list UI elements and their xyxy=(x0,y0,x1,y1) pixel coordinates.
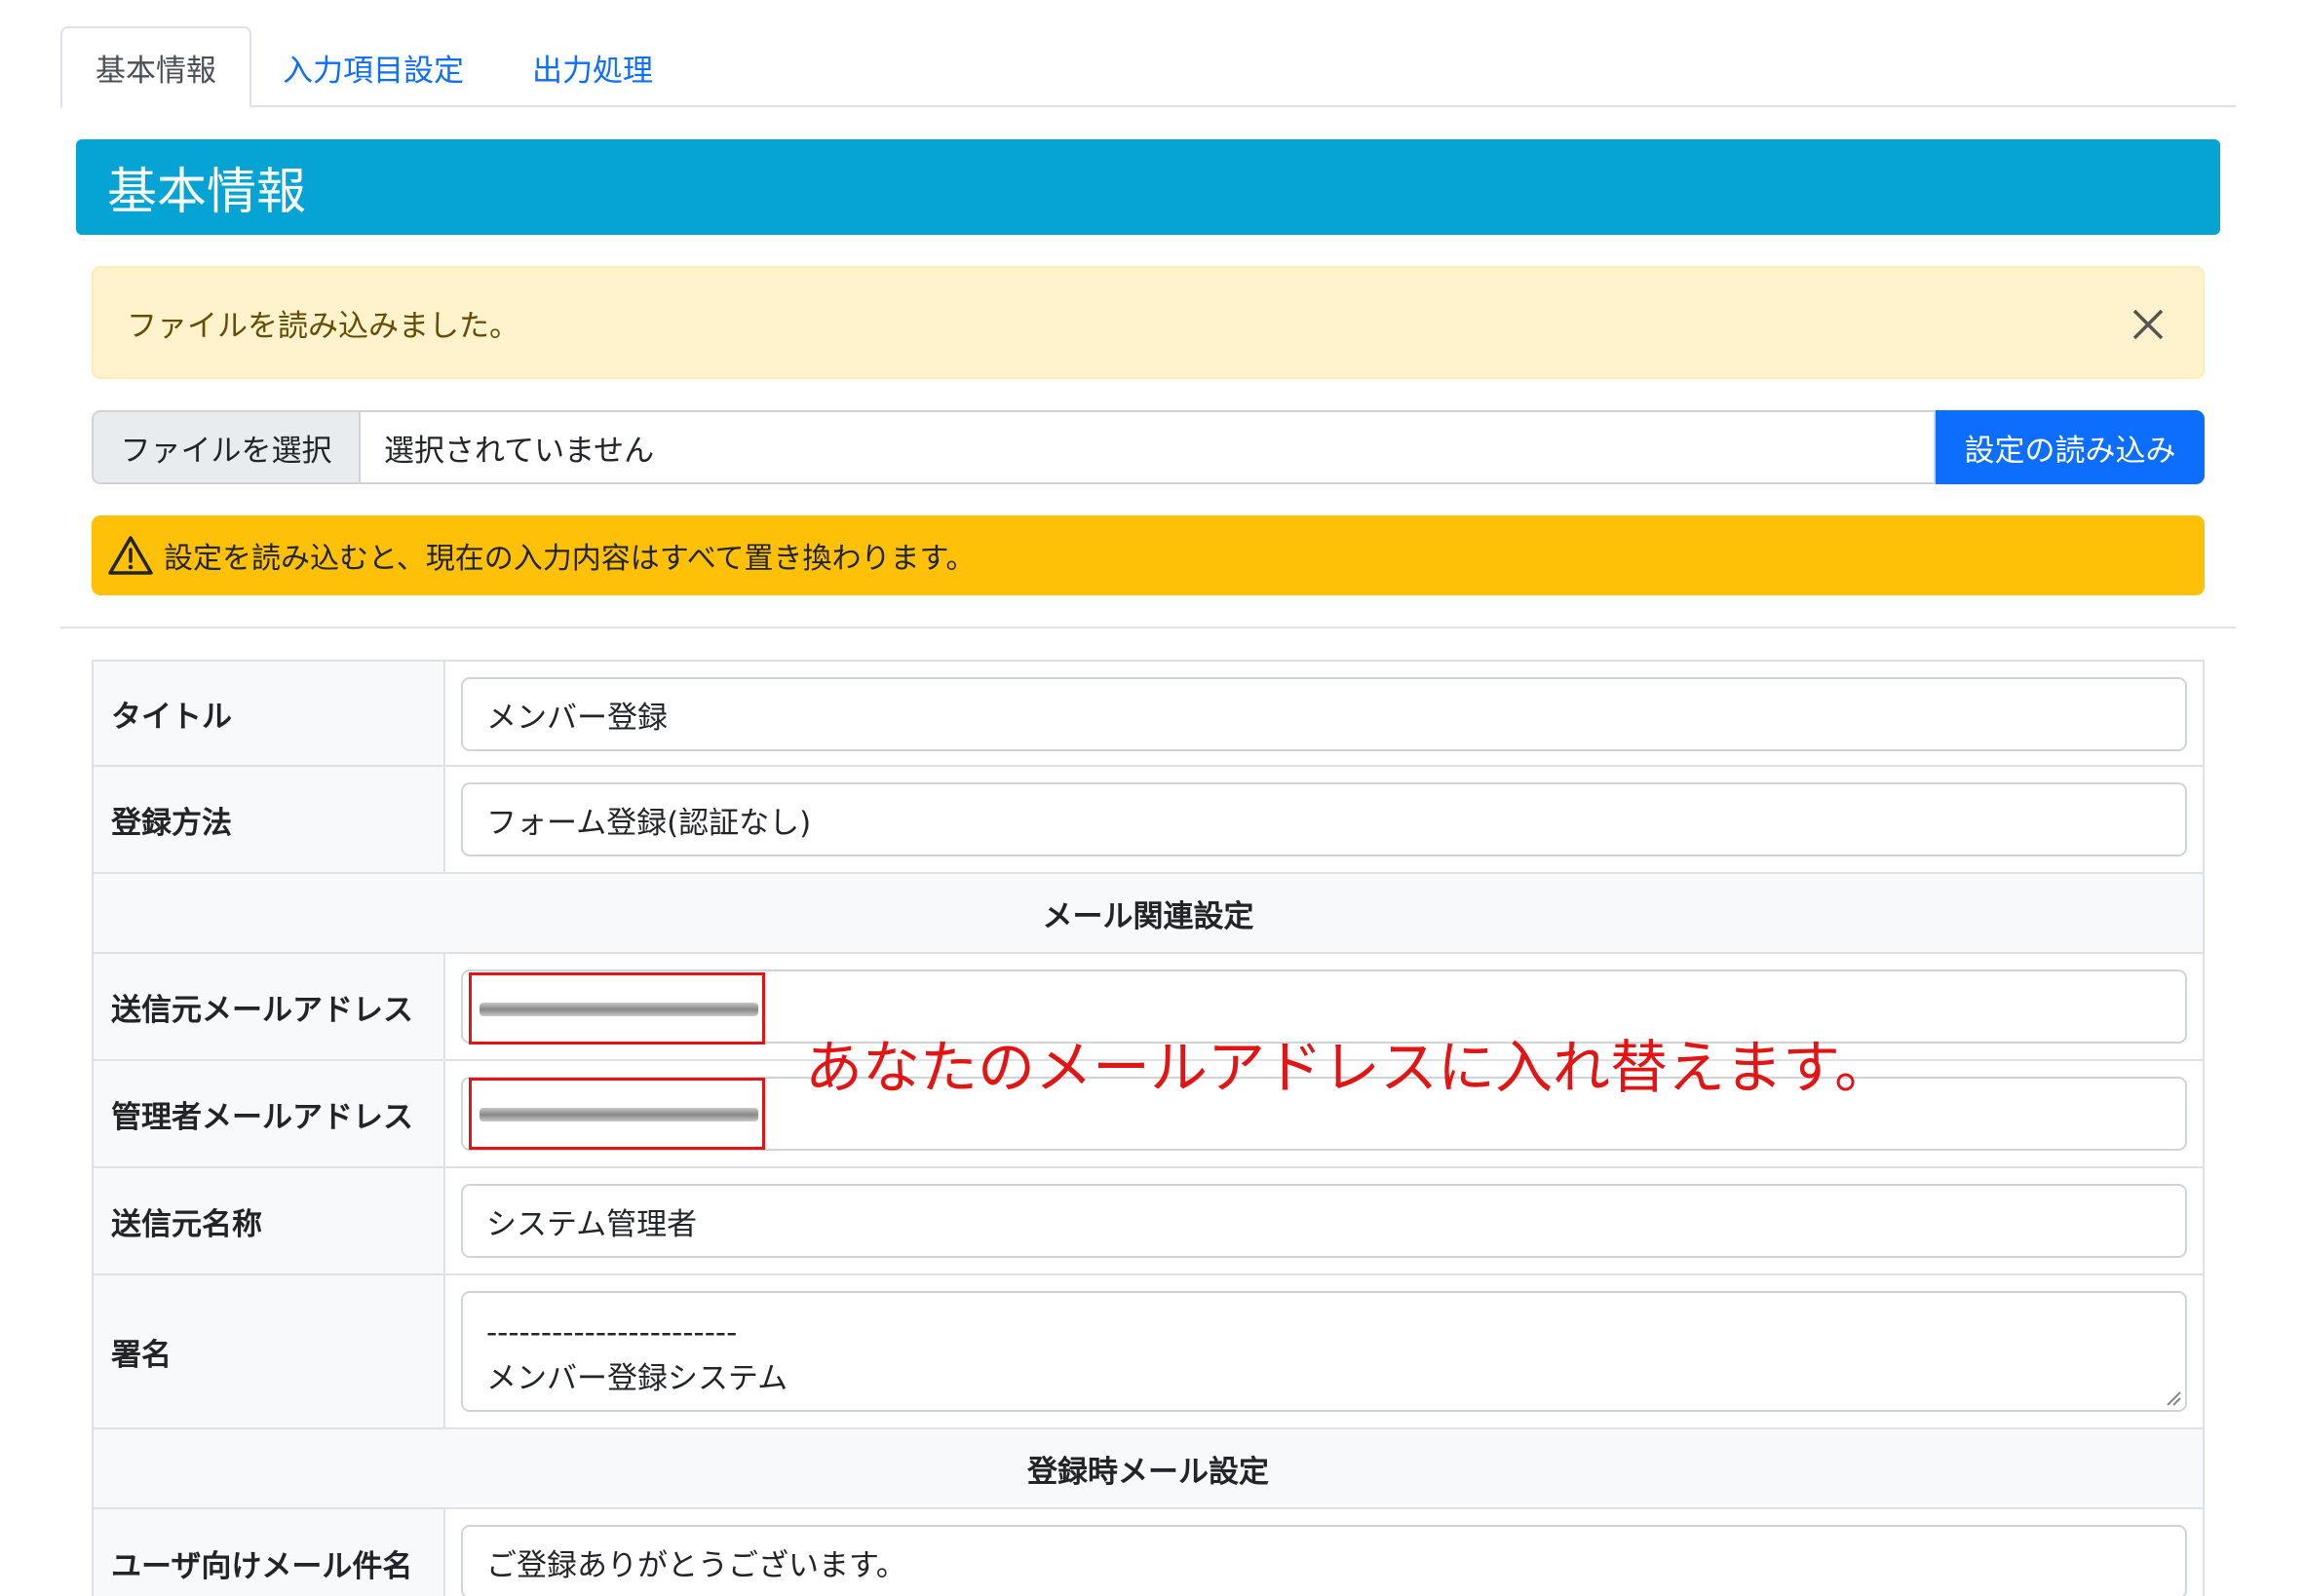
table-row-title: タイトル メンバー登録 xyxy=(92,660,2205,767)
signature-label: 署名 xyxy=(94,1275,445,1427)
from-name-label: 送信元名称 xyxy=(94,1168,445,1273)
signature-line-2: メンバー登録システム xyxy=(486,1361,788,1396)
choose-file-button[interactable]: ファイルを選択 xyxy=(92,410,359,484)
warning-triangle-icon xyxy=(108,536,153,575)
table-row-method: 登録方法 フォーム登録(認証なし) xyxy=(92,767,2205,874)
close-icon[interactable] xyxy=(2127,303,2170,346)
file-loaded-alert: ファイルを読み込みました。 xyxy=(92,266,2205,379)
mail-settings-heading-text: メール関連設定 xyxy=(1042,898,1254,934)
resize-handle-icon[interactable] xyxy=(2164,1388,2181,1406)
title-label: タイトル xyxy=(94,662,445,765)
tab-input-fields[interactable]: 入力項目設定 xyxy=(251,26,495,108)
registration-mail-heading-text: 登録時メール設定 xyxy=(1027,1454,1269,1490)
redaction-box xyxy=(469,972,765,1045)
signature-line-1: ----------------------- xyxy=(486,1315,738,1350)
divider xyxy=(60,627,2236,628)
redacted-text xyxy=(480,1108,758,1121)
tab-basic-info[interactable]: 基本情報 xyxy=(60,26,251,108)
alert-message: ファイルを読み込みました。 xyxy=(127,308,519,344)
warning-message: 設定を読み込むと、現在の入力内容はすべて置き換わります。 xyxy=(164,542,976,576)
nav-tabs: 基本情報 入力項目設定 出力処理 xyxy=(60,26,2236,108)
table-row-user-subject: ユーザ向けメール件名 ご登録ありがとうございます。 xyxy=(92,1509,2205,1596)
admin-address-label: 管理者メールアドレス xyxy=(94,1061,445,1166)
signature-textarea[interactable]: ----------------------- メンバー登録システム xyxy=(461,1291,2187,1412)
file-upload-group: ファイルを選択 選択されていません 設定の読み込み xyxy=(92,410,2205,484)
user-subject-input[interactable]: ご登録ありがとうございます。 xyxy=(461,1525,2187,1596)
file-name-display[interactable]: 選択されていません xyxy=(359,410,1936,484)
tab-output-processing[interactable]: 出力処理 xyxy=(495,26,690,108)
from-name-input[interactable]: システム管理者 xyxy=(461,1184,2187,1258)
table-row-from-name: 送信元名称 システム管理者 xyxy=(92,1168,2205,1275)
redacted-text xyxy=(480,1003,758,1016)
title-input[interactable]: メンバー登録 xyxy=(461,677,2187,751)
registration-mail-heading: 登録時メール設定 xyxy=(92,1429,2205,1509)
method-label: 登録方法 xyxy=(94,767,445,872)
section-title: 基本情報 xyxy=(107,164,307,221)
load-settings-button[interactable]: 設定の読み込み xyxy=(1936,410,2205,484)
method-select[interactable]: フォーム登録(認証なし) xyxy=(461,782,2187,856)
user-subject-label: ユーザ向けメール件名 xyxy=(94,1509,445,1596)
table-row-signature: 署名 ----------------------- メンバー登録システム xyxy=(92,1275,2205,1429)
mail-settings-heading: メール関連設定 xyxy=(92,874,2205,954)
section-header: 基本情報 xyxy=(76,139,2220,235)
from-address-label: 送信元メールアドレス xyxy=(94,954,445,1059)
redaction-box xyxy=(469,1078,765,1150)
annotation-text: あなたのメールアドレスに入れ替えます。 xyxy=(805,1034,1893,1101)
overwrite-warning: 設定を読み込むと、現在の入力内容はすべて置き換わります。 xyxy=(92,515,2205,595)
